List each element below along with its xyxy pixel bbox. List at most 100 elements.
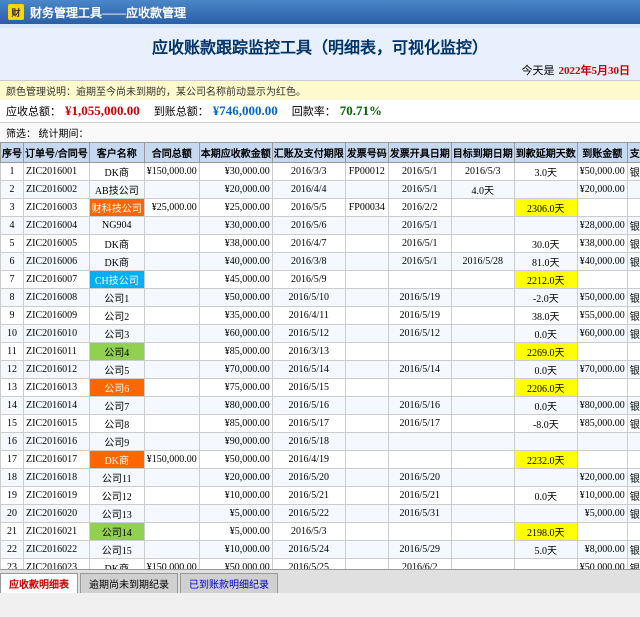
cell-overdue [514,505,577,523]
tab-1[interactable]: 逾期尚未到期纪录 [80,573,178,593]
table-row[interactable]: 17ZIC2016017DK商¥150,000.00¥50,000.002016… [1,451,640,469]
cell-customer: 公司15 [89,541,144,559]
cell-collected: ¥28,000.00 [577,217,627,235]
cell-period: 2016/5/6 [272,217,345,235]
cell-overdue [514,559,577,570]
title-bar: 财 财务管理工具——应收款管理 [0,0,640,24]
cell-invoicedate: 2016/5/19 [388,289,451,307]
cell-total [144,397,199,415]
col-voucher: 汇账及支付期限 [272,143,345,163]
cell-seq: 16 [1,433,24,451]
cell-overdue: 0.0天 [514,397,577,415]
table-row[interactable]: 2ZIC2016002AB技公司¥20,000.002016/4/42016/5… [1,181,640,199]
cell-paymethod: 银行汇款 [627,361,640,379]
cell-collected: ¥5,000.00 [577,505,627,523]
tab-0[interactable]: 应收款明细表 [0,573,78,593]
table-row[interactable]: 4ZIC2016004NG904¥30,000.002016/5/62016/5… [1,217,640,235]
table-row[interactable]: 5ZIC2016005DK商¥38,000.002016/4/72016/5/1… [1,235,640,253]
cell-invoicedate [388,523,451,541]
table-row[interactable]: 11ZIC2016011公司4¥85,000.002016/3/132269.0… [1,343,640,361]
cell-total [144,325,199,343]
cell-collected: ¥38,000.00 [577,235,627,253]
cell-period: 2016/4/4 [272,181,345,199]
table-row[interactable]: 21ZIC2016021公司14¥5,000.002016/5/32198.0天… [1,523,640,541]
filter-row: 筛选： 统计期间： [0,123,640,142]
table-row[interactable]: 14ZIC2016014公司7¥80,000.002016/5/162016/5… [1,397,640,415]
table-row[interactable]: 7ZIC2016007CH技公司¥45,000.002016/5/92212.0… [1,271,640,289]
cell-customer: 公司7 [89,397,144,415]
cell-total [144,217,199,235]
cell-overdue [514,217,577,235]
tab-2[interactable]: 已到账款明细纪录 [180,573,278,593]
cell-current: ¥85,000.00 [199,343,272,361]
table-container[interactable]: 序号 订单号/合同号 客户名称 合同总额 本期应收款金额 汇账及支付期限 发票号… [0,142,640,569]
cell-seq: 2 [1,181,24,199]
table-row[interactable]: 9ZIC2016009公司2¥35,000.002016/4/112016/5/… [1,307,640,325]
cell-paymethod: 银行汇款 [627,325,640,343]
cell-collected [577,523,627,541]
cell-total: ¥25,000.00 [144,199,199,217]
cell-invoice [345,235,388,253]
cell-seq: 9 [1,307,24,325]
cell-duedate: 2016/5/28 [451,253,514,271]
cell-customer: DK商 [89,559,144,570]
cell-period: 2016/5/10 [272,289,345,307]
cell-paymethod: 银行汇款 [627,307,640,325]
table-row[interactable]: 18ZIC2016018公司11¥20,000.002016/5/202016/… [1,469,640,487]
cell-invoicedate: 2016/5/20 [388,469,451,487]
cell-collected: ¥85,000.00 [577,415,627,433]
collected-value: ¥746,000.00 [213,103,278,119]
cell-duedate [451,325,514,343]
cell-duedate [451,433,514,451]
cell-customer: DK商 [89,451,144,469]
cell-seq: 1 [1,163,24,181]
cell-overdue: 3.0天 [514,163,577,181]
cell-overdue [514,469,577,487]
cell-overdue: 2198.0天 [514,523,577,541]
cell-seq: 7 [1,271,24,289]
table-row[interactable]: 23ZIC2016023DK商¥150,000.00¥50,000.002016… [1,559,640,570]
cell-seq: 10 [1,325,24,343]
table-row[interactable]: 16ZIC2016016公司9¥90,000.002016/5/1888.89% [1,433,640,451]
cell-order: ZIC2016017 [24,451,90,469]
cell-period: 2016/3/3 [272,163,345,181]
cell-paymethod: 银行汇款 [627,253,640,271]
table-row[interactable]: 19ZIC2016019公司12¥10,000.002016/5/212016/… [1,487,640,505]
page-title: 应收账款跟踪监控工具（明细表，可视化监控） [0,28,640,60]
cell-collected [577,199,627,217]
cell-current: ¥30,000.00 [199,163,272,181]
cell-paymethod: 银行汇款 [627,163,640,181]
cell-duedate [451,271,514,289]
cell-invoice [345,325,388,343]
cell-invoice [345,289,388,307]
cell-invoice: FP00012 [345,163,388,181]
cell-duedate [451,415,514,433]
table-row[interactable]: 22ZIC2016022公司15¥10,000.002016/5/242016/… [1,541,640,559]
cell-current: ¥5,000.00 [199,523,272,541]
cell-period: 2016/3/8 [272,253,345,271]
table-row[interactable]: 15ZIC2016015公司8¥85,000.002016/5/172016/5… [1,415,640,433]
cell-current: ¥75,000.00 [199,379,272,397]
cell-overdue: 2206.0天 [514,379,577,397]
table-row[interactable]: 1ZIC2016001DK商¥150,000.00¥30,000.002016/… [1,163,640,181]
table-row[interactable]: 10ZIC2016010公司3¥60,000.002016/5/122016/5… [1,325,640,343]
cell-duedate [451,541,514,559]
cell-collected: ¥10,000.00 [577,487,627,505]
cell-paymethod: 银行汇款 [627,469,640,487]
cell-invoice [345,541,388,559]
table-row[interactable]: 20ZIC2016020公司13¥5,000.002016/5/222016/5… [1,505,640,523]
cell-seq: 19 [1,487,24,505]
cell-duedate [451,523,514,541]
cell-duedate [451,361,514,379]
col-duedate: 目标到期日期 [451,143,514,163]
date-value: 2022年5月30日 [559,62,631,78]
table-row[interactable]: 6ZIC2016006DK商¥40,000.002016/3/82016/5/1… [1,253,640,271]
cell-seq: 21 [1,523,24,541]
table-row[interactable]: 8ZIC2016008公司1¥50,000.002016/5/102016/5/… [1,289,640,307]
table-row[interactable]: 3ZIC2016003财科技公司¥25,000.00¥25,000.002016… [1,199,640,217]
cell-customer: 公司8 [89,415,144,433]
table-row[interactable]: 12ZIC2016012公司5¥70,000.002016/5/142016/5… [1,361,640,379]
cell-period: 2016/5/21 [272,487,345,505]
cell-invoicedate [388,343,451,361]
table-row[interactable]: 13ZIC2016013公司6¥75,000.002016/5/152206.0… [1,379,640,397]
